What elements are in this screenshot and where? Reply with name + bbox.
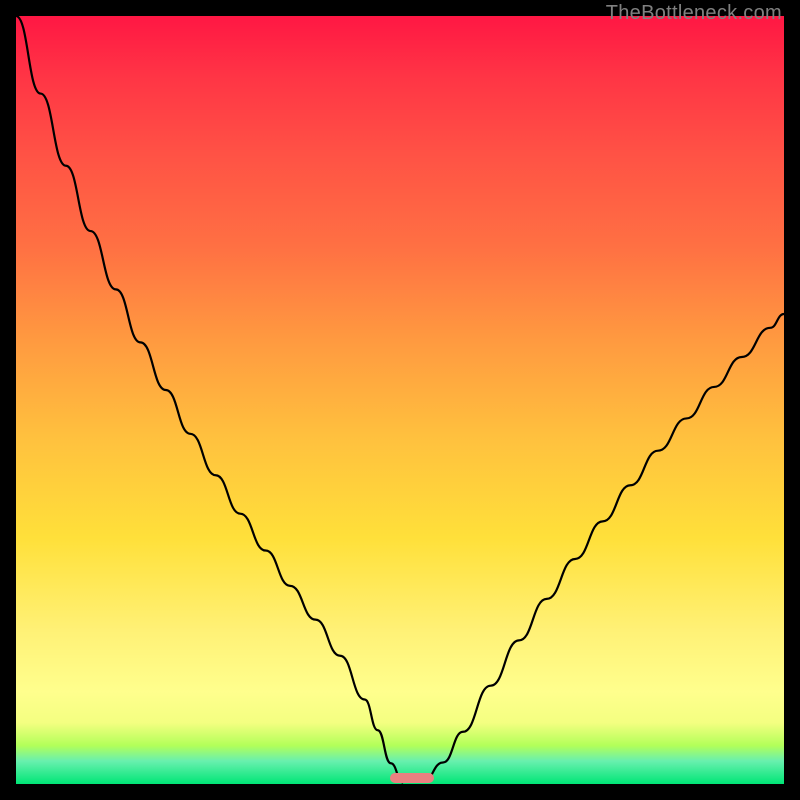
bottleneck-marker	[390, 773, 434, 783]
chart-gradient-background	[16, 16, 784, 784]
watermark-label: TheBottleneck.com	[606, 2, 782, 25]
